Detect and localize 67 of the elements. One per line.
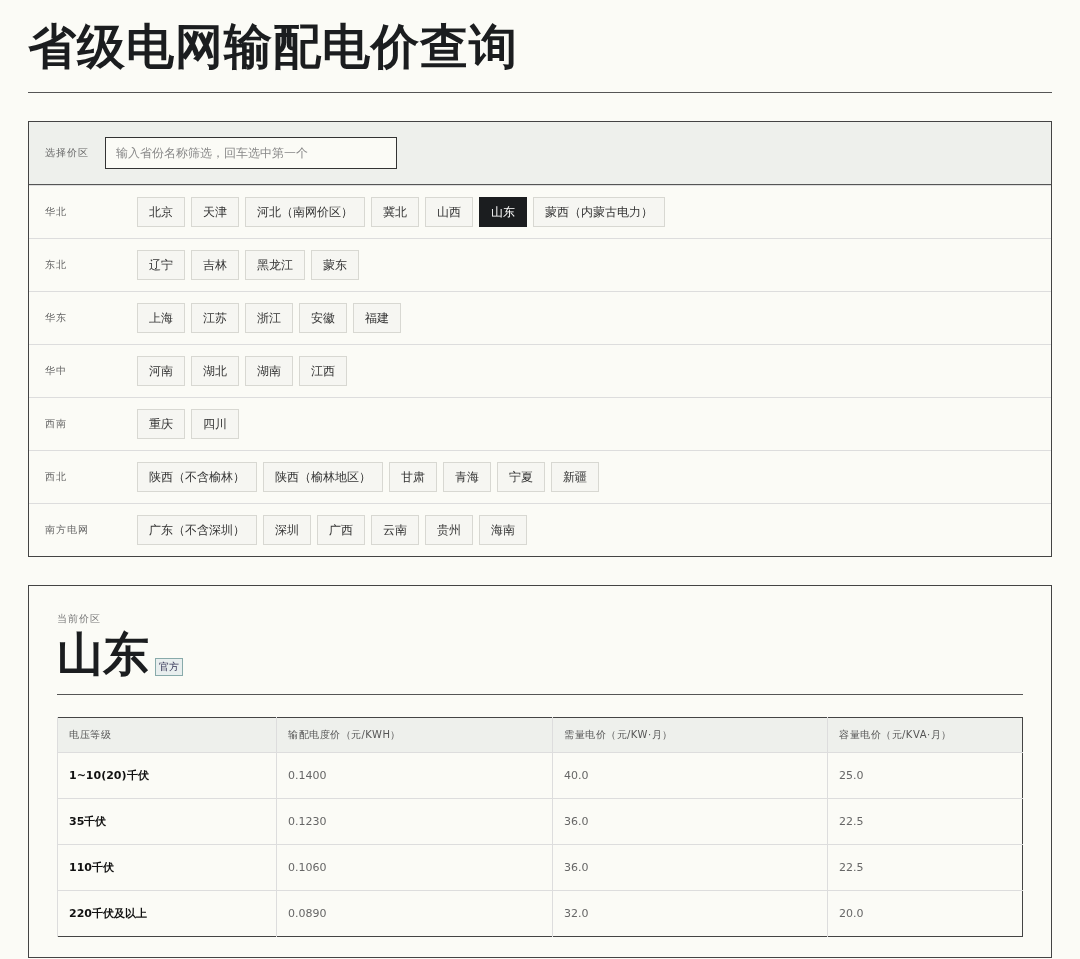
current-province: 山东 — [57, 626, 149, 682]
table-cell: 0.0890 — [276, 890, 553, 937]
official-badge: 官方 — [155, 658, 183, 676]
table-cell: 220千伏及以上 — [57, 890, 277, 937]
filter-input[interactable]: 输入省份名称筛选，回车选中第一个 — [105, 137, 397, 169]
column-header: 容量电价（元/KVA·月） — [827, 717, 1023, 753]
column-header: 电压等级 — [57, 717, 277, 753]
province-chip[interactable]: 北京 — [137, 197, 185, 227]
table-cell: 40.0 — [552, 752, 828, 799]
region-label: 西南 — [45, 417, 68, 431]
table-cell: 36.0 — [552, 798, 828, 845]
table-cell: 1~10(20)千伏 — [57, 752, 277, 799]
table-cell: 25.0 — [827, 752, 1023, 799]
province-chip[interactable]: 青海 — [443, 462, 491, 492]
province-chip[interactable]: 湖北 — [191, 356, 239, 386]
province-chip[interactable]: 蒙西（内蒙古电力） — [533, 197, 665, 227]
province-chip[interactable]: 河南 — [137, 356, 185, 386]
province-chip[interactable]: 广东（不含深圳） — [137, 515, 257, 545]
region-label: 华中 — [45, 364, 68, 378]
column-header: 输配电度价（元/KWH） — [276, 717, 553, 753]
province-chip[interactable]: 上海 — [137, 303, 185, 333]
province-chip[interactable]: 四川 — [191, 409, 239, 439]
region-label: 西北 — [45, 470, 68, 484]
province-chip[interactable]: 浙江 — [245, 303, 293, 333]
province-chip[interactable]: 甘肃 — [389, 462, 437, 492]
table-cell: 0.1060 — [276, 844, 553, 891]
province-chip[interactable]: 宁夏 — [497, 462, 545, 492]
region-label: 华东 — [45, 311, 68, 325]
province-chip[interactable]: 湖南 — [245, 356, 293, 386]
page-title: 省级电网输配电价查询 — [28, 14, 1052, 93]
province-chip[interactable]: 辽宁 — [137, 250, 185, 280]
province-chip[interactable]: 深圳 — [263, 515, 311, 545]
table-cell: 20.0 — [827, 890, 1023, 937]
province-chip[interactable]: 冀北 — [371, 197, 419, 227]
region-label: 南方电网 — [45, 523, 90, 537]
province-chip[interactable]: 山西 — [425, 197, 473, 227]
province-chip[interactable]: 江苏 — [191, 303, 239, 333]
table-cell: 32.0 — [552, 890, 828, 937]
region-label: 华北 — [45, 205, 68, 219]
province-chip[interactable]: 河北（南网价区） — [245, 197, 365, 227]
current-caption: 当前价区 — [57, 612, 102, 626]
province-chip[interactable]: 海南 — [479, 515, 527, 545]
table-cell: 36.0 — [552, 844, 828, 891]
province-chip[interactable]: 天津 — [191, 197, 239, 227]
province-chip[interactable]: 江西 — [299, 356, 347, 386]
table-cell: 0.1400 — [276, 752, 553, 799]
province-chip[interactable]: 蒙东 — [311, 250, 359, 280]
province-chip[interactable]: 贵州 — [425, 515, 473, 545]
province-chip[interactable]: 云南 — [371, 515, 419, 545]
province-chip[interactable]: 福建 — [353, 303, 401, 333]
filter-label: 选择价区 — [45, 146, 90, 160]
table-cell: 35千伏 — [57, 798, 277, 845]
province-chip[interactable]: 安徽 — [299, 303, 347, 333]
province-chip[interactable]: 吉林 — [191, 250, 239, 280]
region-label: 东北 — [45, 258, 68, 272]
province-chip[interactable]: 广西 — [317, 515, 365, 545]
table-cell: 22.5 — [827, 844, 1023, 891]
province-chip[interactable]: 重庆 — [137, 409, 185, 439]
column-header: 需量电价（元/KW·月） — [552, 717, 828, 753]
province-chip[interactable]: 新疆 — [551, 462, 599, 492]
table-cell: 0.1230 — [276, 798, 553, 845]
province-chip[interactable]: 山东 — [479, 197, 527, 227]
province-chip[interactable]: 陕西（榆林地区） — [263, 462, 383, 492]
province-chip[interactable]: 陕西（不含榆林） — [137, 462, 257, 492]
province-chip[interactable]: 黑龙江 — [245, 250, 305, 280]
table-cell: 110千伏 — [57, 844, 277, 891]
table-cell: 22.5 — [827, 798, 1023, 845]
